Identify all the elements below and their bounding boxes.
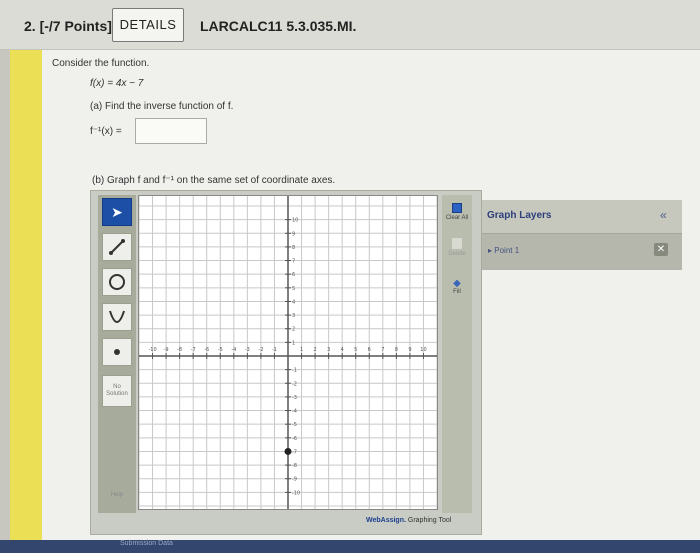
x-tick-label: 3 — [327, 347, 330, 353]
graph-layers-title: Graph Layers — [487, 210, 552, 221]
part-b-prompt: (b) Graph f and f⁻¹ on the same set of c… — [92, 175, 336, 186]
clear-all-icon — [452, 203, 462, 213]
function-definition: f(x) = 4x − 7 — [90, 78, 144, 89]
details-button[interactable]: DETAILS — [112, 8, 184, 42]
problem-id: LARCALC11 5.3.035.MI. — [200, 18, 357, 34]
clear-all-button[interactable]: Clear All — [444, 203, 470, 233]
y-tick-label: 6 — [292, 272, 295, 278]
x-tick-label: 6 — [368, 347, 371, 353]
no-solution-button[interactable]: No Solution — [102, 375, 132, 407]
y-tick-label: -3 — [292, 395, 297, 401]
y-tick-label: 1 — [292, 340, 295, 346]
y-tick-label: 8 — [292, 245, 295, 251]
circle-tool[interactable] — [102, 268, 132, 296]
question-status-bar — [10, 50, 42, 540]
y-tick-label: -6 — [292, 436, 297, 442]
trash-icon — [452, 238, 462, 249]
point-icon — [114, 349, 120, 355]
fill-button[interactable]: ◆ Fill — [444, 278, 470, 308]
x-tick-label: -2 — [258, 347, 263, 353]
collapse-icon[interactable]: « — [660, 208, 667, 222]
layer-item-point-1[interactable]: ▸ Point 1 — [488, 246, 519, 255]
x-tick-label: 7 — [381, 347, 384, 353]
grid-svg: -10 -9 -8 -7 -6 -5 -4 -3 -2 -1 1 2 3 4 5 6 7 8 9 10 10 9 8 7 6 5 4… — [138, 191, 438, 521]
x-tick-label: 8 — [395, 347, 398, 353]
x-tick-label: -1 — [272, 347, 277, 353]
x-tick-label: 5 — [354, 347, 357, 353]
fill-label: Fill — [453, 289, 461, 295]
arrow-icon: ➤ — [111, 203, 123, 220]
x-tick-label: -4 — [231, 347, 236, 353]
submission-data-link[interactable]: Submission Data — [120, 540, 173, 547]
y-tick-label: 4 — [292, 299, 295, 305]
x-tick-label: -7 — [191, 347, 196, 353]
circle-icon — [109, 274, 125, 290]
inverse-answer-input[interactable] — [135, 118, 207, 144]
y-tick-label: 10 — [292, 218, 298, 224]
y-tick-label: -5 — [292, 422, 297, 428]
x-tick-label: -10 — [148, 347, 156, 353]
bottom-bar — [0, 540, 700, 553]
y-tick-label: -2 — [292, 381, 297, 387]
y-tick-label: -4 — [292, 409, 297, 415]
y-tick-label: -1 — [292, 368, 297, 374]
coordinate-grid[interactable]: -10 -9 -8 -7 -6 -5 -4 -3 -2 -1 1 2 3 4 5 6 7 8 9 10 10 9 8 7 6 5 4… — [138, 191, 438, 521]
y-tick-label: -10 — [292, 490, 300, 496]
y-tick-label: 3 — [292, 313, 295, 319]
y-tick-label: -7 — [292, 449, 297, 455]
part-a-prompt: (a) Find the inverse function of f. — [90, 101, 234, 112]
x-tick-label: 10 — [420, 347, 426, 353]
line-tool[interactable] — [102, 233, 132, 261]
webassign-brand: WebAssign. Graphing Tool — [366, 517, 451, 524]
x-tick-label: -8 — [177, 347, 182, 353]
delete-tool-button[interactable]: Delete — [444, 238, 470, 268]
question-number: 2. [-/7 Points] — [24, 18, 112, 34]
line-icon — [109, 239, 125, 255]
plotted-point — [284, 447, 292, 455]
x-tick-label: 2 — [313, 347, 316, 353]
x-tick-label: 9 — [408, 347, 411, 353]
x-tick-label: -5 — [218, 347, 223, 353]
delete-label: Delete — [448, 251, 466, 257]
help-button[interactable]: Help — [104, 492, 130, 499]
problem-intro: Consider the function. — [52, 58, 150, 69]
clear-all-label: Clear All — [445, 215, 469, 221]
brand-name: WebAssign. — [366, 517, 406, 524]
x-tick-label: -3 — [245, 347, 250, 353]
x-tick-label: 1 — [300, 347, 303, 353]
pointer-tool[interactable]: ➤ — [102, 198, 132, 226]
x-tick-label: -9 — [164, 347, 169, 353]
parabola-tool[interactable] — [102, 303, 132, 331]
question-header: 2. [-/7 Points] DETAILS LARCALC11 5.3.03… — [0, 0, 700, 50]
y-tick-label: 9 — [292, 231, 295, 237]
page: 2. [-/7 Points] DETAILS LARCALC11 5.3.03… — [0, 0, 700, 553]
inverse-label: f⁻¹(x) = — [90, 126, 122, 137]
x-tick-label: -6 — [204, 347, 209, 353]
y-tick-label: 2 — [292, 327, 295, 333]
x-tick-label: 4 — [341, 347, 344, 353]
y-tick-label: -8 — [292, 463, 297, 469]
y-tick-label: 5 — [292, 286, 295, 292]
y-tick-label: 7 — [292, 259, 295, 265]
fill-icon: ◆ — [453, 278, 461, 289]
layer-item-label: Point 1 — [494, 246, 520, 255]
delete-layer-icon[interactable]: ✕ — [654, 243, 668, 256]
brand-suffix: Graphing Tool — [405, 517, 452, 524]
no-solution-label: No Solution — [106, 384, 128, 397]
point-tool[interactable] — [102, 338, 132, 366]
parabola-icon — [109, 310, 125, 323]
y-tick-label: -9 — [292, 477, 297, 483]
